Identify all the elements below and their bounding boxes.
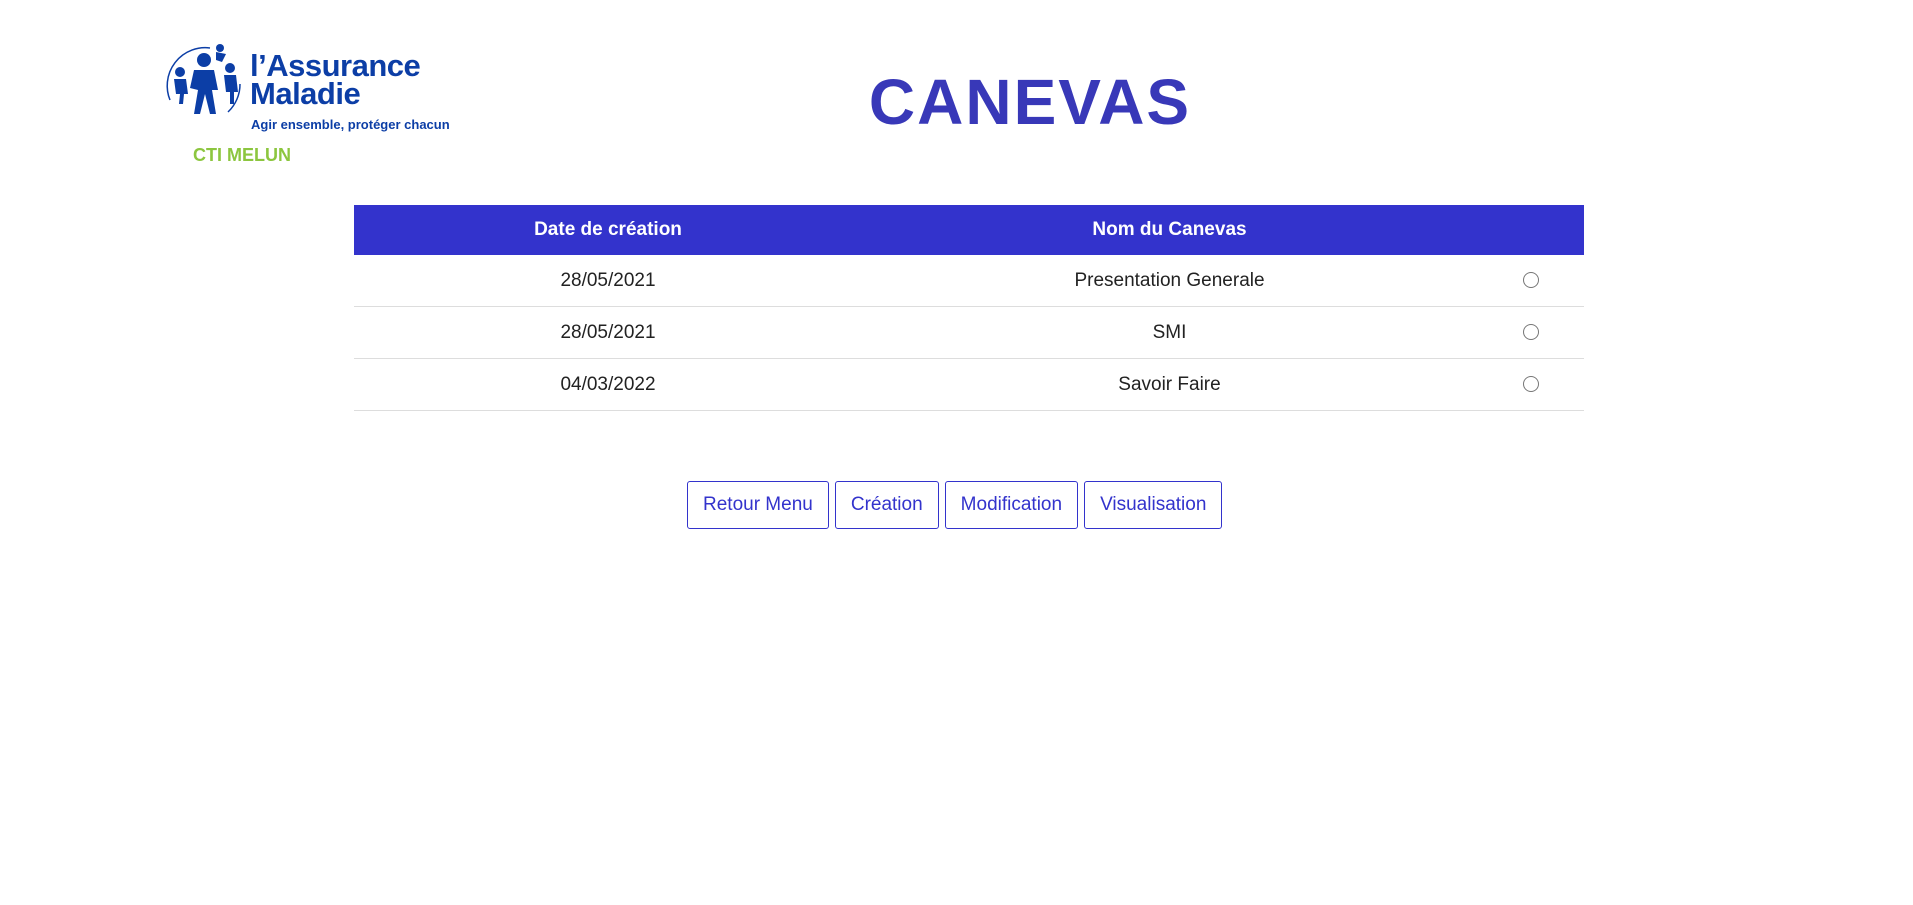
cell-name: Presentation Generale <box>862 255 1477 307</box>
action-bar: Retour Menu Création Modification Visual… <box>687 481 1223 529</box>
row-select-radio[interactable] <box>1522 272 1539 289</box>
cell-date: 28/05/2021 <box>354 255 862 307</box>
table-body: 28/05/2021 Presentation Generale 28/05/2… <box>354 255 1584 411</box>
row-select-radio[interactable] <box>1522 376 1539 393</box>
table-header: Date de création Nom du Canevas <box>354 205 1584 255</box>
cell-select <box>1477 358 1584 411</box>
cell-date: 04/03/2022 <box>354 358 862 411</box>
view-button[interactable]: Visualisation <box>1084 481 1223 529</box>
cell-name: SMI <box>862 306 1477 359</box>
column-header-select <box>1477 205 1584 255</box>
table-row[interactable]: 04/03/2022 Savoir Faire <box>354 358 1584 411</box>
cell-name: Savoir Faire <box>862 358 1477 411</box>
column-header-name: Nom du Canevas <box>862 205 1477 255</box>
modify-button[interactable]: Modification <box>944 481 1079 529</box>
create-button[interactable]: Création <box>834 481 939 529</box>
page-title: CANEVAS <box>868 66 1192 138</box>
cell-select <box>1477 255 1584 307</box>
row-select-radio[interactable] <box>1522 324 1539 341</box>
table-row[interactable]: 28/05/2021 Presentation Generale <box>354 255 1584 307</box>
back-to-menu-button[interactable]: Retour Menu <box>687 481 829 529</box>
table-row[interactable]: 28/05/2021 SMI <box>354 306 1584 359</box>
cell-select <box>1477 306 1584 359</box>
column-header-date: Date de création <box>354 205 862 255</box>
org-name: CTI MELUN <box>193 145 291 165</box>
canevas-table: Date de création Nom du Canevas 28/05/20… <box>354 205 1584 411</box>
cell-date: 28/05/2021 <box>354 306 862 359</box>
page: l’Assurance Maladie Agir ensemble, proté… <box>0 0 1913 905</box>
